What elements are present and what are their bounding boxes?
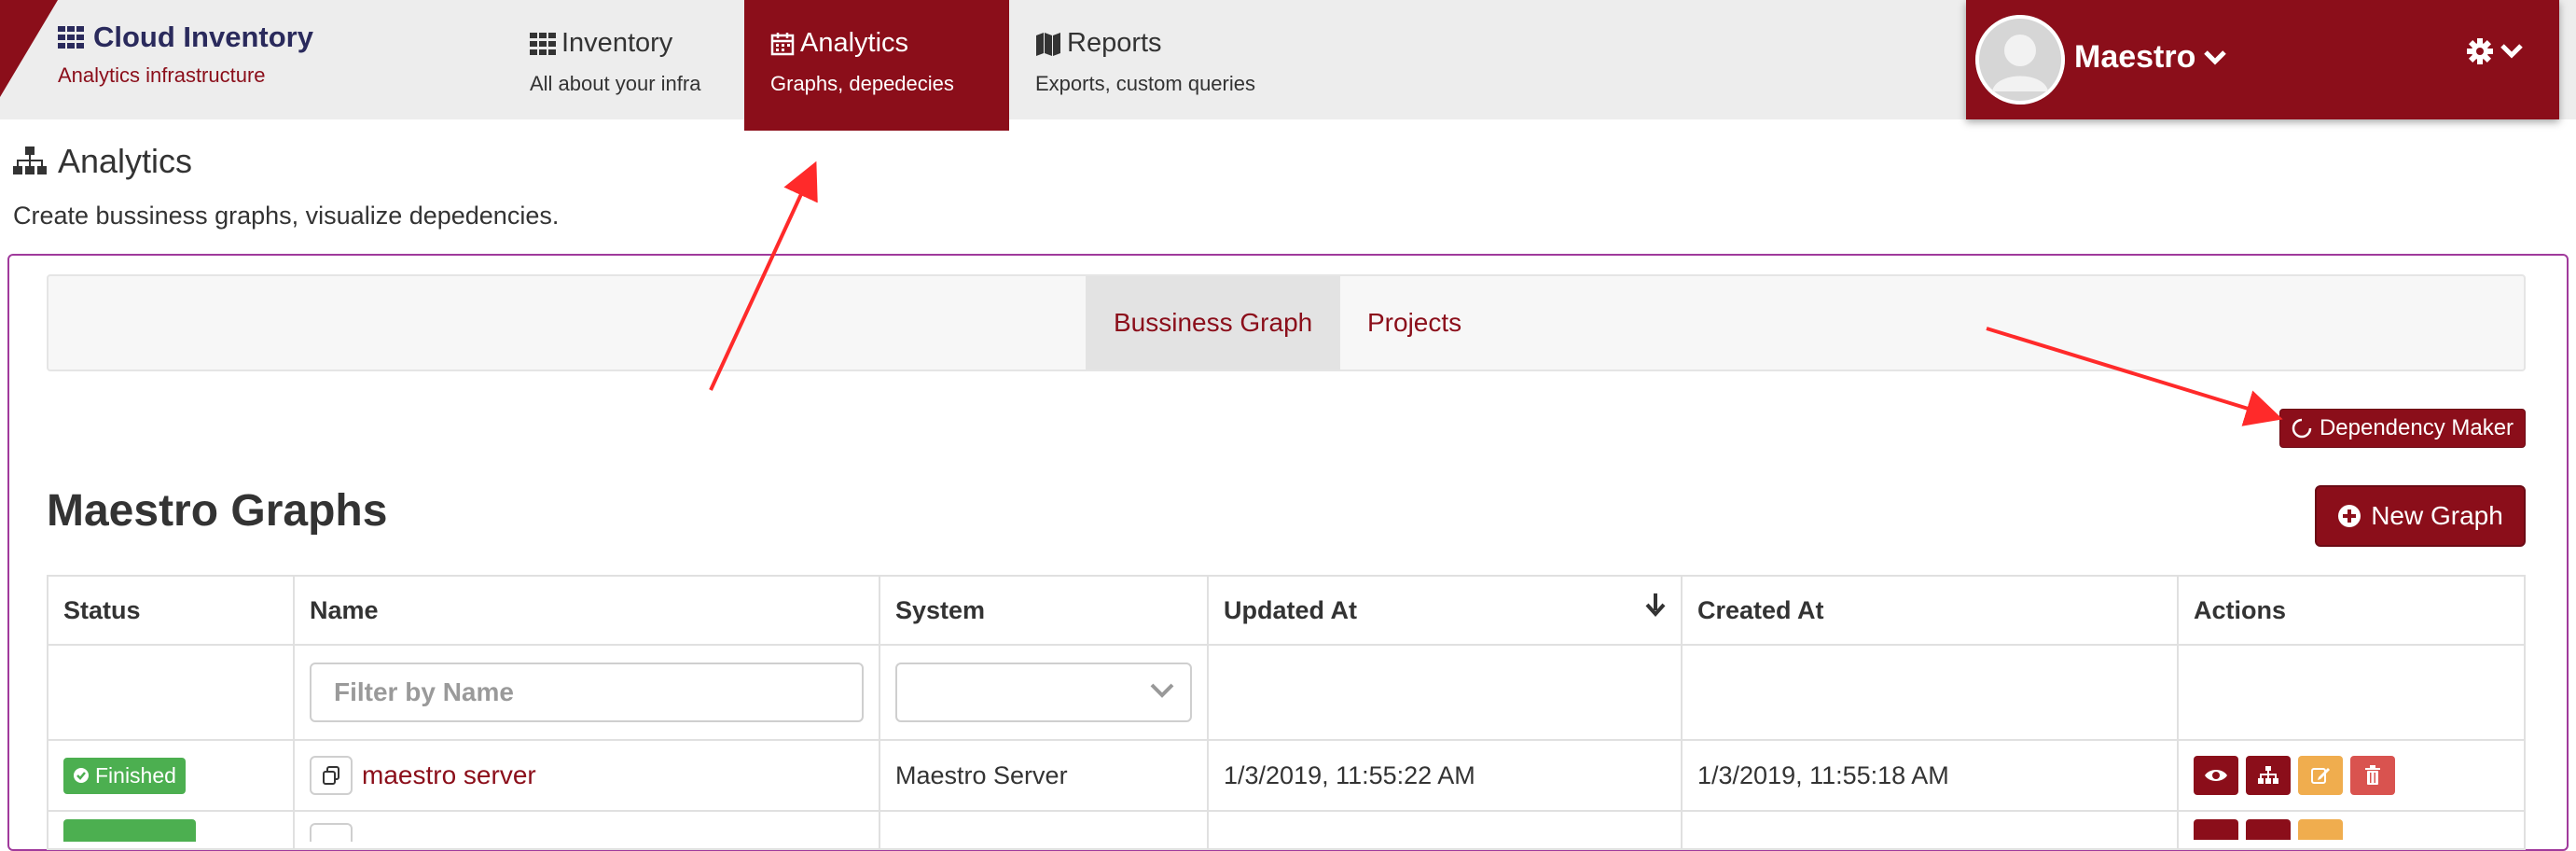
nav-reports[interactable]: Reports Exports, custom queries: [1009, 0, 1281, 131]
nav-reports-subtitle: Exports, custom queries: [1035, 72, 1255, 95]
system-filter-select[interactable]: [895, 663, 1192, 722]
edit-button[interactable]: [2298, 819, 2343, 840]
brand-subtitle: Analytics infrastructure: [58, 63, 266, 87]
updated-at-cell: 1/3/2019, 11:55:22 AM: [1207, 739, 1683, 812]
username: Maestro: [2074, 39, 2196, 75]
created-at-cell: 1/3/2019, 11:55:18 AM: [1681, 739, 2179, 812]
status-badge: [63, 819, 196, 842]
dependency-maker-button[interactable]: Dependency Maker: [2279, 409, 2526, 448]
filter-row: [47, 644, 2526, 741]
column-header-system[interactable]: System: [879, 575, 1209, 646]
plus-circle-icon: [2338, 505, 2361, 527]
chevron-down-icon: [1150, 683, 1174, 698]
graph-name-link[interactable]: maestro server: [362, 760, 536, 790]
edit-button[interactable]: [2298, 756, 2343, 795]
brand-stripe: [0, 0, 58, 97]
status-badge: Finished: [63, 757, 186, 794]
column-header-created-at[interactable]: Created At: [1681, 575, 2179, 646]
nav-inventory-title: Inventory: [561, 28, 673, 58]
check-circle-icon: [74, 768, 89, 783]
chevron-down-icon: [2500, 44, 2523, 59]
eye-icon: [2205, 770, 2227, 781]
brand-title: Cloud Inventory: [93, 21, 313, 53]
name-filter-input[interactable]: [310, 663, 864, 722]
nav-analytics[interactable]: Analytics Graphs, depedecies: [744, 0, 1009, 131]
user-menu[interactable]: Maestro: [1966, 0, 2559, 119]
table-row: Finished maestro server Maestro Server 1…: [47, 739, 2526, 812]
column-header-actions: Actions: [2177, 575, 2526, 646]
tab-projects[interactable]: Projects: [1339, 276, 1489, 370]
copy-button[interactable]: [310, 756, 353, 795]
gear-icon: [2467, 38, 2493, 64]
tabs-bar: Bussiness Graph Projects: [47, 274, 2526, 371]
graphs-table: Status Name System Updated At Created At…: [47, 575, 2526, 850]
nav-reports-title: Reports: [1067, 28, 1162, 58]
column-header-name[interactable]: Name: [293, 575, 880, 646]
user-menu-toggle[interactable]: Maestro: [2074, 39, 2227, 76]
sitemap-icon: [13, 146, 47, 174]
page-header: Analytics: [13, 142, 192, 181]
dependency-graph-button[interactable]: [2246, 756, 2291, 795]
page-title: Analytics: [58, 142, 193, 180]
nav-inventory[interactable]: Inventory All about your infra: [504, 0, 727, 131]
calendar-icon: [770, 32, 795, 55]
spinner-icon: [2292, 418, 2312, 439]
nav-inventory-subtitle: All about your infra: [530, 72, 701, 95]
view-button[interactable]: [2194, 756, 2238, 795]
graphs-title: Maestro Graphs: [47, 486, 388, 536]
table-row: [47, 810, 2526, 850]
dependency-graph-button[interactable]: [2246, 819, 2291, 840]
system-cell: Maestro Server: [879, 739, 1209, 812]
new-graph-label: New Graph: [2371, 501, 2503, 530]
column-header-updated-at[interactable]: Updated At: [1207, 575, 1683, 646]
edit-icon: [2311, 768, 2330, 784]
settings-menu[interactable]: [2466, 37, 2524, 65]
top-navbar: Cloud Inventory Analytics infrastructure…: [0, 0, 2576, 131]
chevron-down-icon: [2204, 49, 2227, 65]
column-header-status[interactable]: Status: [47, 575, 295, 646]
sort-desc-icon[interactable]: [1645, 593, 1666, 618]
trash-icon: [2365, 765, 2380, 785]
brand[interactable]: Cloud Inventory Analytics infrastructure: [58, 21, 313, 88]
new-graph-button[interactable]: New Graph: [2315, 485, 2526, 547]
map-icon: [1036, 32, 1060, 56]
nav-analytics-title: Analytics: [800, 28, 909, 58]
view-button[interactable]: [2194, 819, 2238, 840]
nav-analytics-subtitle: Graphs, depedecies: [770, 72, 954, 95]
column-header-updated-at-label: Updated At: [1224, 595, 1357, 624]
sitemap-icon: [2258, 766, 2278, 784]
status-label: Finished: [95, 762, 176, 788]
grid-icon: [530, 32, 556, 55]
grid-icon: [58, 26, 84, 49]
tab-bussiness-graph[interactable]: Bussiness Graph: [1086, 276, 1341, 370]
page-description: Create bussiness graphs, visualize deped…: [13, 202, 560, 230]
avatar: [1975, 15, 2065, 105]
delete-button[interactable]: [2350, 756, 2395, 795]
copy-icon: [323, 766, 339, 785]
copy-button[interactable]: [310, 823, 353, 842]
dependency-maker-label: Dependency Maker: [2319, 415, 2514, 440]
